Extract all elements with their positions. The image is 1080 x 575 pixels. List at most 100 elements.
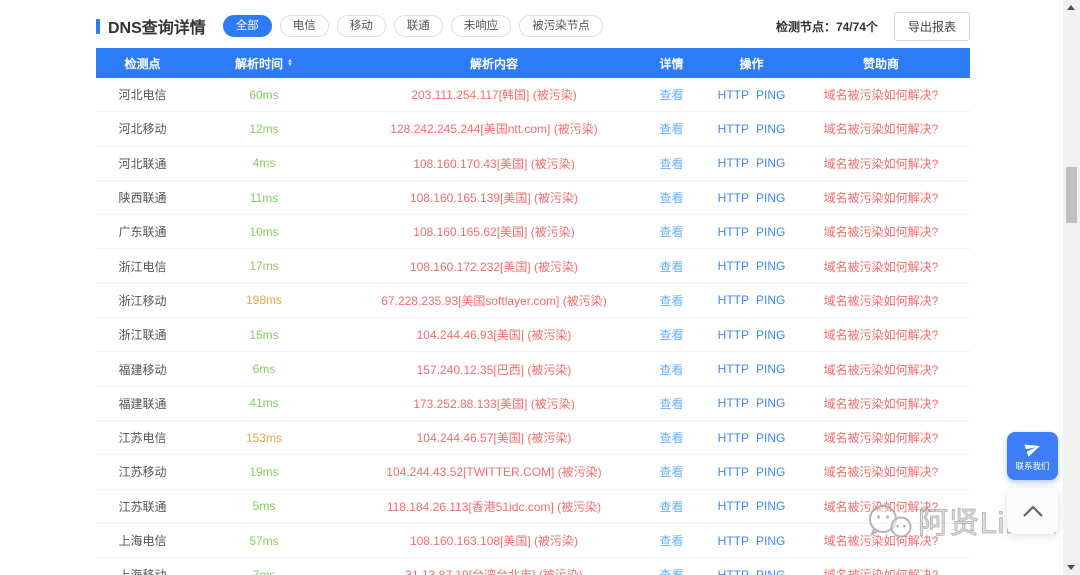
http-link[interactable]: HTTP — [718, 191, 749, 205]
node-name: 河北电信 — [96, 86, 189, 103]
filter-pill-5[interactable]: 被污染节点 — [519, 15, 603, 37]
scrollbar-thumb[interactable] — [1066, 167, 1077, 223]
http-link[interactable]: HTTP — [718, 499, 749, 513]
http-link[interactable]: HTTP — [718, 362, 749, 376]
filter-pill-4[interactable]: 未响应 — [451, 15, 512, 37]
sponsor-link[interactable]: 域名被污染如何解决? — [824, 225, 939, 239]
ping-link[interactable]: PING — [756, 259, 785, 273]
export-report-button[interactable]: 导出报表 — [894, 12, 970, 41]
ping-link[interactable]: PING — [756, 534, 785, 548]
sponsor-link[interactable]: 域名被污染如何解决? — [824, 534, 939, 548]
filter-pill-0[interactable]: 全部 — [223, 15, 272, 37]
sponsor-link[interactable]: 域名被污染如何解决? — [824, 260, 939, 274]
view-link[interactable]: 查看 — [659, 122, 683, 136]
view-link[interactable]: 查看 — [659, 534, 683, 548]
sponsor-link[interactable]: 域名被污染如何解决? — [824, 88, 939, 102]
filter-pill-1[interactable]: 电信 — [280, 15, 329, 37]
http-link[interactable]: HTTP — [718, 225, 749, 239]
resolve-time: 4ms — [189, 156, 339, 170]
sponsor-link[interactable]: 域名被污染如何解决? — [824, 397, 939, 411]
ping-link[interactable]: PING — [756, 431, 785, 445]
sponsor-link[interactable]: 域名被污染如何解决? — [824, 363, 939, 377]
filter-pill-3[interactable]: 联通 — [394, 15, 443, 37]
ping-link[interactable]: PING — [756, 396, 785, 410]
view-link[interactable]: 查看 — [659, 88, 683, 102]
sort-caret-icon[interactable]: ▲▼ — [287, 59, 293, 67]
node-name: 陕西联通 — [96, 189, 189, 206]
table-body: 河北电信 60ms 203.111.254.117[韩国] (被污染) 查看 H… — [96, 78, 970, 575]
http-link[interactable]: HTTP — [718, 88, 749, 102]
view-link[interactable]: 查看 — [659, 191, 683, 205]
back-to-top-button[interactable] — [1007, 488, 1058, 534]
http-link[interactable]: HTTP — [718, 534, 749, 548]
ping-link[interactable]: PING — [756, 225, 785, 239]
node-name: 浙江电信 — [96, 258, 189, 275]
resolve-content: 104.244.46.57[美国] (被污染) — [339, 429, 649, 446]
main-content: DNS查询详情 全部电信移动联通未响应被污染节点 检测节点：74/74个 导出报… — [96, 0, 970, 575]
page-title: DNS查询详情 — [108, 14, 206, 38]
view-link[interactable]: 查看 — [659, 363, 683, 377]
sponsor-link[interactable]: 域名被污染如何解决? — [824, 431, 939, 445]
view-link[interactable]: 查看 — [659, 568, 683, 575]
sponsor-link[interactable]: 域名被污染如何解决? — [824, 465, 939, 479]
resolve-content: 108.160.165.62[美国] (被污染) — [339, 223, 649, 240]
scrollbar[interactable] — [1063, 0, 1080, 575]
sponsor-link[interactable]: 域名被污染如何解决? — [824, 500, 939, 514]
http-link[interactable]: HTTP — [718, 122, 749, 136]
view-link[interactable]: 查看 — [659, 465, 683, 479]
page-header: DNS查询详情 全部电信移动联通未响应被污染节点 检测节点：74/74个 导出报… — [96, 13, 970, 39]
resolve-time: 10ms — [189, 225, 339, 239]
column-header-detail: 详情 — [649, 55, 694, 72]
node-stats: 检测节点：74/74个 — [776, 18, 878, 35]
scrollbar-up-arrow-icon[interactable] — [1067, 5, 1075, 10]
http-link[interactable]: HTTP — [718, 465, 749, 479]
ping-link[interactable]: PING — [756, 362, 785, 376]
http-link[interactable]: HTTP — [718, 568, 749, 575]
ping-link[interactable]: PING — [756, 88, 785, 102]
table-row: 广东联通 10ms 108.160.165.62[美国] (被污染) 查看 HT… — [96, 215, 970, 249]
sponsor-link[interactable]: 域名被污染如何解决? — [824, 568, 939, 575]
table-row: 江苏联通 5ms 118.184.26.113[香港51idc.com] (被污… — [96, 490, 970, 524]
sponsor-link[interactable]: 域名被污染如何解决? — [824, 294, 939, 308]
resolve-content: 203.111.254.117[韩国] (被污染) — [339, 86, 649, 103]
resolve-time: 153ms — [189, 431, 339, 445]
contact-us-button[interactable]: 联系我们 — [1007, 432, 1058, 480]
resolve-content: 108.160.165.139[美国] (被污染) — [339, 189, 649, 206]
http-link[interactable]: HTTP — [718, 431, 749, 445]
sponsor-link[interactable]: 域名被污染如何解决? — [824, 191, 939, 205]
contact-us-label: 联系我们 — [1015, 460, 1049, 472]
ping-link[interactable]: PING — [756, 122, 785, 136]
view-link[interactable]: 查看 — [659, 431, 683, 445]
ping-link[interactable]: PING — [756, 465, 785, 479]
sponsor-link[interactable]: 域名被污染如何解决? — [824, 328, 939, 342]
view-link[interactable]: 查看 — [659, 225, 683, 239]
scrollbar-down-arrow-icon[interactable] — [1067, 565, 1075, 570]
resolve-content: 118.184.26.113[香港51idc.com] (被污染) — [339, 498, 649, 515]
ping-link[interactable]: PING — [756, 328, 785, 342]
view-link[interactable]: 查看 — [659, 294, 683, 308]
resolve-content: 104.244.46.93[美国] (被污染) — [339, 326, 649, 343]
table-row: 福建联通 41ms 173.252.88.133[美国] (被污染) 查看 HT… — [96, 387, 970, 421]
view-link[interactable]: 查看 — [659, 328, 683, 342]
http-link[interactable]: HTTP — [718, 156, 749, 170]
view-link[interactable]: 查看 — [659, 500, 683, 514]
http-link[interactable]: HTTP — [718, 293, 749, 307]
sponsor-link[interactable]: 域名被污染如何解决? — [824, 157, 939, 171]
column-header-operation: 操作 — [694, 55, 809, 72]
filter-pill-2[interactable]: 移动 — [337, 15, 386, 37]
resolve-time: 198ms — [189, 293, 339, 307]
view-link[interactable]: 查看 — [659, 397, 683, 411]
column-header-time[interactable]: 解析时间 ▲▼ — [189, 55, 339, 72]
resolve-time: 41ms — [189, 396, 339, 410]
view-link[interactable]: 查看 — [659, 157, 683, 171]
ping-link[interactable]: PING — [756, 293, 785, 307]
http-link[interactable]: HTTP — [718, 328, 749, 342]
ping-link[interactable]: PING — [756, 568, 785, 575]
http-link[interactable]: HTTP — [718, 396, 749, 410]
sponsor-link[interactable]: 域名被污染如何解决? — [824, 122, 939, 136]
ping-link[interactable]: PING — [756, 499, 785, 513]
ping-link[interactable]: PING — [756, 156, 785, 170]
ping-link[interactable]: PING — [756, 191, 785, 205]
http-link[interactable]: HTTP — [718, 259, 749, 273]
view-link[interactable]: 查看 — [659, 260, 683, 274]
